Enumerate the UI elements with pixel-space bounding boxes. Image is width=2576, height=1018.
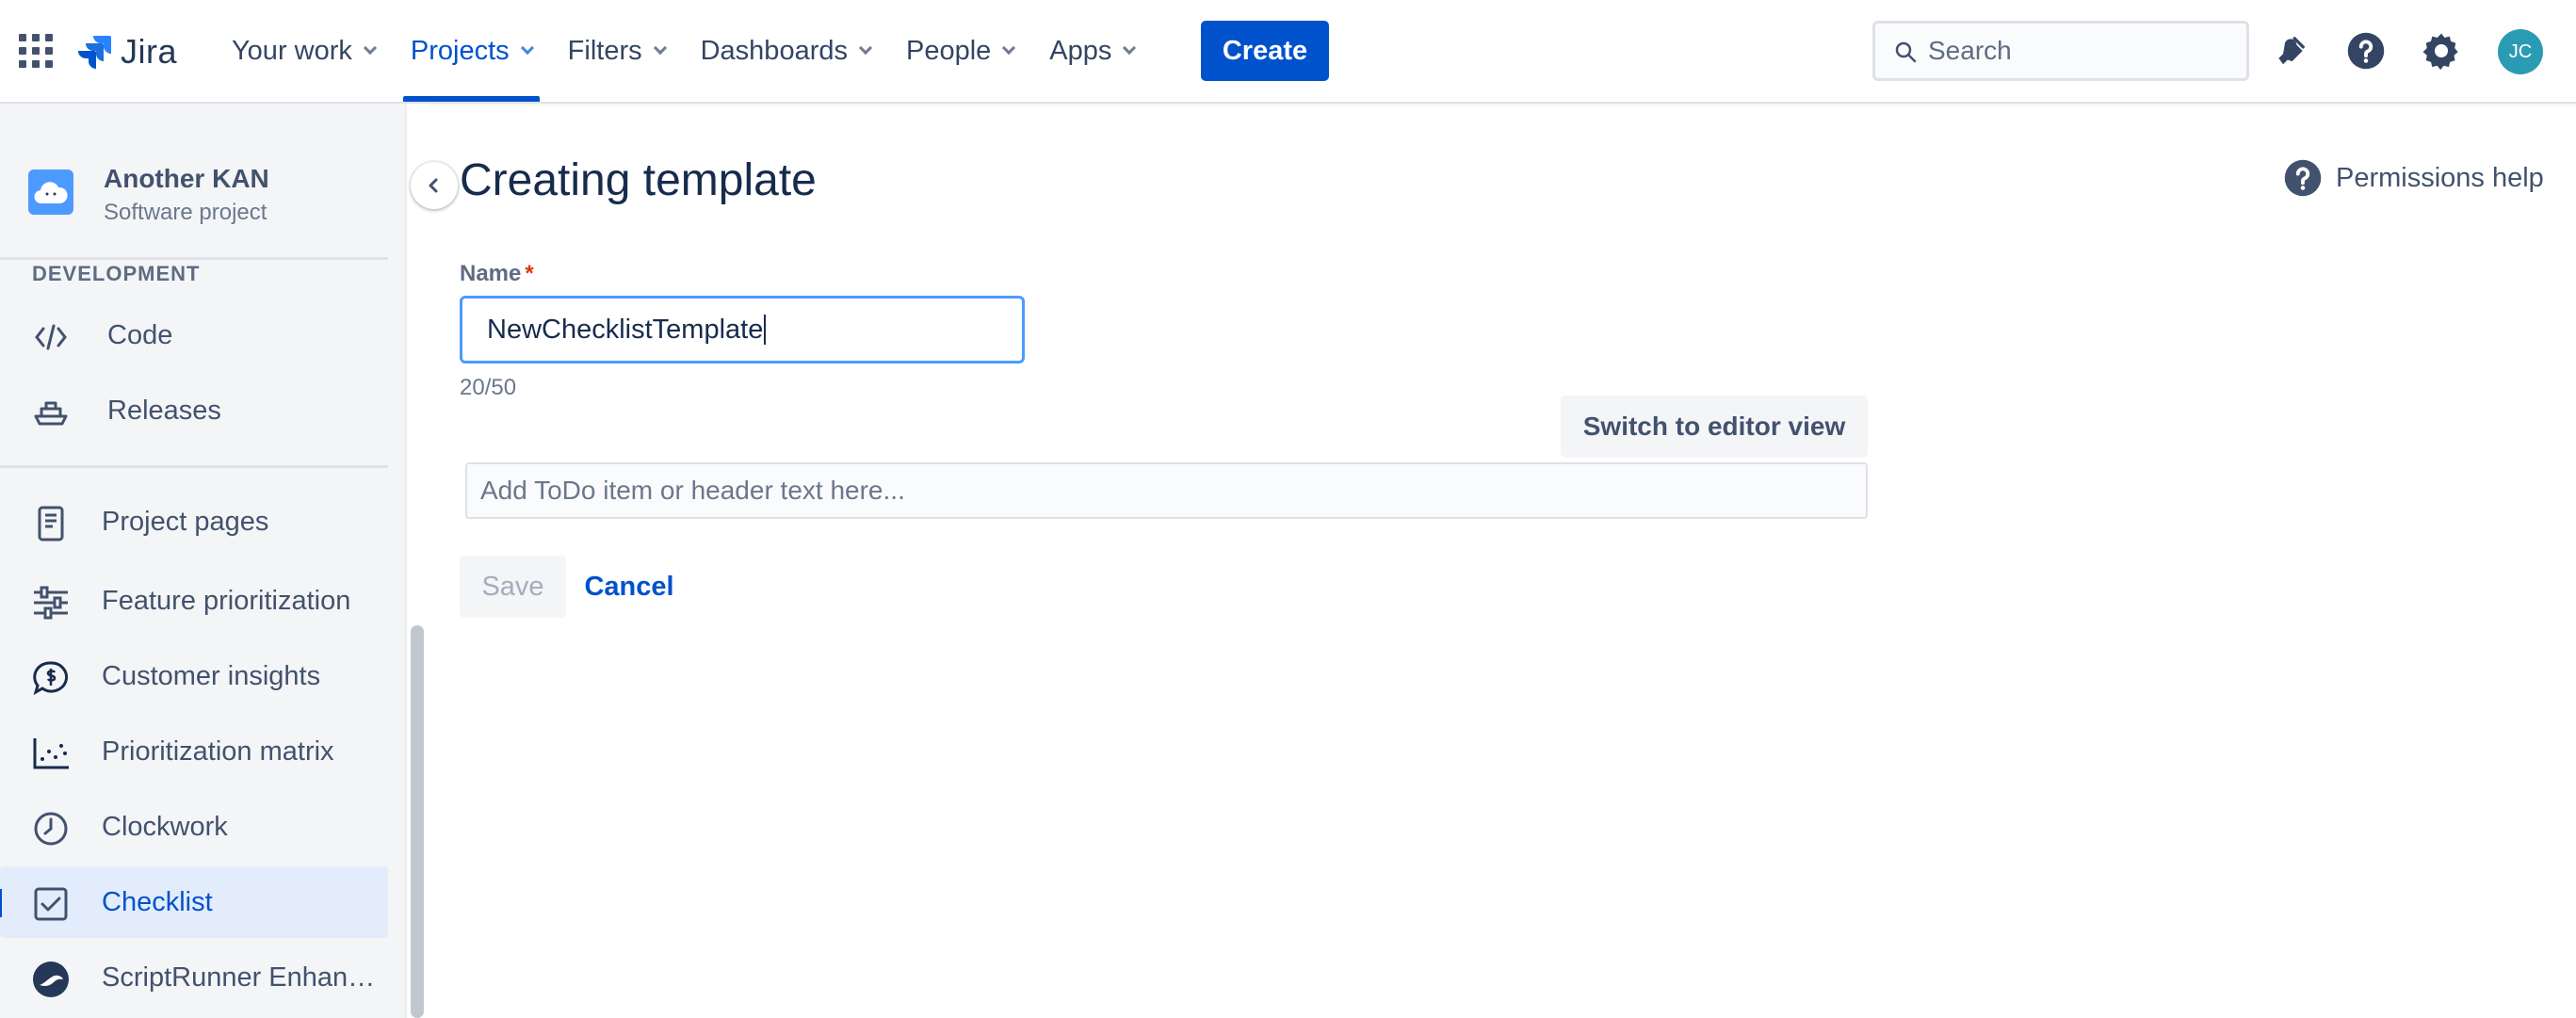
sidebar-item-label: Releases: [107, 395, 221, 426]
scatter-icon: [32, 735, 70, 772]
sidebar-item-project-pages[interactable]: Project pages: [0, 486, 388, 557]
ship-icon: [32, 394, 70, 431]
sidebar-item-label: ScriptRunner Enhan…: [102, 961, 376, 993]
sidebar-item-releases[interactable]: Releases: [0, 375, 388, 446]
nav-your-work[interactable]: Your work: [217, 0, 390, 102]
app-switcher-icon[interactable]: [19, 34, 53, 68]
sidebar-item-checklist[interactable]: Checklist: [0, 866, 388, 938]
sidebar: Another KAN Software project DEVELOPMENT…: [0, 104, 407, 1018]
project-name: Another KAN: [104, 164, 269, 193]
chevron-down-icon: [858, 40, 873, 56]
nav-label: Filters: [567, 35, 642, 66]
nav-label: People: [905, 35, 992, 66]
cancel-button[interactable]: Cancel: [573, 556, 686, 618]
chevron-down-icon: [1123, 40, 1137, 56]
section-label-development: DEVELOPMENT: [32, 262, 201, 285]
dollar-chat-icon: [32, 659, 70, 697]
chevron-down-icon: [653, 40, 667, 56]
top-navigation: Jira Your work Projects Filters Dashboar…: [0, 0, 2576, 104]
create-button[interactable]: Create: [1201, 21, 1329, 81]
sidebar-item-label: Customer insights: [102, 660, 321, 691]
page-title: Creating template: [460, 155, 817, 205]
project-type: Software project: [104, 200, 267, 225]
help-icon[interactable]: [2340, 24, 2392, 77]
scriptrunner-icon: [32, 961, 70, 998]
sidebar-item-label: Feature prioritization: [102, 585, 351, 616]
template-name-value: NewChecklistTemplate: [487, 314, 764, 345]
nav-label: Projects: [410, 35, 510, 66]
character-counter: 20/50: [460, 375, 517, 400]
project-header[interactable]: Another KAN Software project: [0, 154, 405, 258]
text-caret: [764, 315, 767, 345]
page-icon: [32, 505, 70, 542]
permissions-help-link[interactable]: Permissions help: [2283, 158, 2544, 198]
sidebar-item-scriptrunner[interactable]: ScriptRunner Enhan…: [0, 942, 388, 1013]
nav-dashboards[interactable]: Dashboards: [686, 0, 885, 102]
sidebar-item-label: Clockwork: [102, 811, 228, 842]
search-icon: [1895, 41, 1917, 63]
help-icon: [2284, 159, 2322, 197]
notifications-icon[interactable]: [2264, 24, 2317, 77]
avatar[interactable]: JC: [2498, 29, 2543, 74]
name-label-text: Name: [460, 261, 522, 286]
nav-label: Apps: [1049, 35, 1112, 66]
settings-icon[interactable]: [2415, 24, 2468, 77]
nav-label: Dashboards: [700, 35, 848, 66]
jira-logo-icon: [78, 36, 111, 69]
sidebar-item-customer-insights[interactable]: Customer insights: [0, 640, 388, 712]
collapse-sidebar-button[interactable]: [411, 162, 458, 209]
nav-apps[interactable]: Apps: [1034, 0, 1149, 102]
code-icon: [32, 318, 70, 356]
jira-logo[interactable]: Jira: [75, 28, 177, 75]
chevron-down-icon: [1002, 40, 1016, 56]
nav-projects[interactable]: Projects: [396, 0, 547, 102]
sidebar-item-label: Checklist: [102, 886, 213, 917]
divider: [0, 465, 388, 468]
sidebar-item-feature-prioritization[interactable]: Feature prioritization: [0, 565, 388, 637]
chevron-down-icon: [363, 40, 377, 56]
primary-nav: Your work Projects Filters Dashboards Pe…: [217, 0, 1155, 102]
name-field-label: Name *: [460, 261, 534, 287]
chevron-down-icon: [520, 40, 534, 56]
search-placeholder: Search: [1928, 36, 2012, 65]
divider: [0, 257, 388, 260]
nav-people[interactable]: People: [891, 0, 1029, 102]
sidebar-item-clockwork[interactable]: Clockwork: [0, 791, 388, 863]
search-input[interactable]: Search: [1872, 21, 2249, 81]
switch-to-editor-button[interactable]: Switch to editor view: [1561, 396, 1868, 458]
save-button[interactable]: Save: [460, 556, 566, 618]
clock-icon: [32, 810, 70, 848]
checkbox-icon: [32, 885, 70, 923]
permissions-help-label: Permissions help: [2336, 162, 2544, 193]
todo-item-input[interactable]: Add ToDo item or header text here...: [465, 462, 1868, 519]
sliders-icon: [32, 584, 70, 622]
chevron-left-icon: [429, 178, 438, 193]
todo-placeholder: Add ToDo item or header text here...: [480, 476, 905, 505]
sidebar-scrollbar[interactable]: [411, 625, 424, 1018]
sidebar-item-code[interactable]: Code: [0, 299, 388, 371]
project-avatar-icon: [28, 170, 73, 215]
sidebar-item-prioritization-matrix[interactable]: Prioritization matrix: [0, 716, 388, 787]
required-indicator: *: [525, 261, 534, 286]
nav-label: Your work: [232, 35, 352, 66]
nav-filters[interactable]: Filters: [553, 0, 680, 102]
sidebar-item-label: Code: [107, 319, 173, 350]
template-name-input[interactable]: NewChecklistTemplate: [460, 296, 1025, 364]
sidebar-item-label: Prioritization matrix: [102, 735, 334, 767]
avatar-initials: JC: [2508, 40, 2533, 62]
sidebar-item-label: Project pages: [102, 506, 269, 537]
logo-text: Jira: [121, 32, 178, 71]
